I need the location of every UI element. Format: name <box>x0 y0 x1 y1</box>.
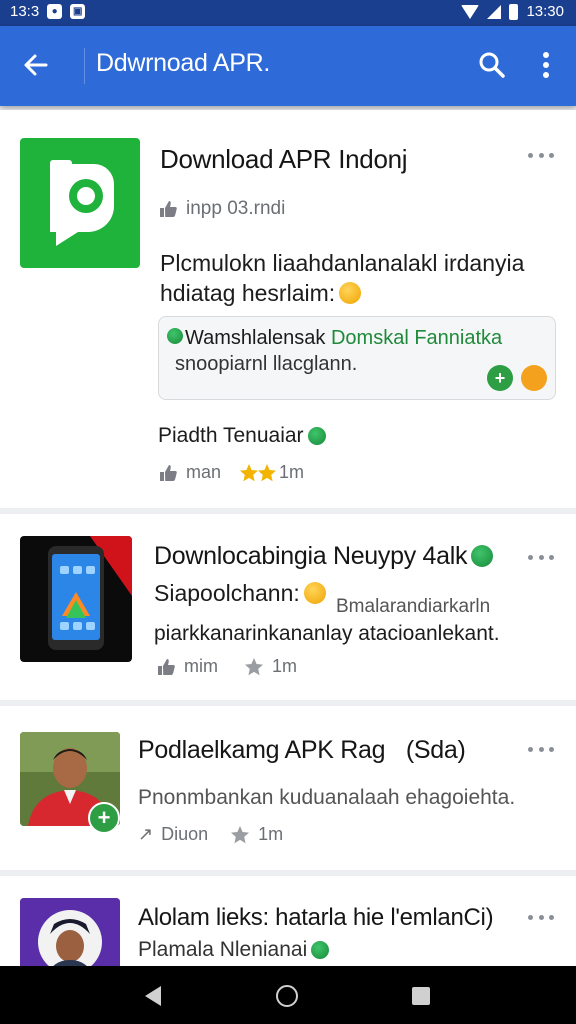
info-line1-highlight: Domskal Fanniatka <box>330 327 503 349</box>
info-line2: snoopiarnl llacglann. <box>175 353 358 375</box>
item-rating: 1m <box>258 824 284 844</box>
item-line2: piarkkanarinkananlay atacioanlekant. <box>154 622 500 645</box>
recycle-icon <box>311 941 330 959</box>
item-title: Alolam lieks: hatarla hie l'emlanCi) <box>138 904 494 931</box>
item-menu-button[interactable] <box>528 744 554 754</box>
item-meta: mim 1m <box>156 656 297 677</box>
more-vert-icon[interactable] <box>536 50 556 80</box>
item-meta: ↗ Diuon 1m <box>138 824 283 845</box>
item-line1-right: Bmalarandiarkarln <box>336 596 491 617</box>
list-item[interactable]: Download APR Indonj inpp 03.rndi Plcmulo… <box>0 110 576 508</box>
item-description-line1: Plcmulokn liaahdanlanalakl irdanyia <box>160 250 525 276</box>
status-bar: 13:3 ● ▣ 13:30 <box>0 0 576 26</box>
thumb-up-icon <box>160 201 177 217</box>
info-box: Wamshlalensak Domskal Fanniatka snoopiar… <box>158 316 556 400</box>
wifi-icon <box>461 4 480 19</box>
item-rating: 1m <box>279 462 305 482</box>
nav-home-icon[interactable] <box>276 985 298 1007</box>
phone-app-icon <box>48 536 132 650</box>
item-menu-button[interactable] <box>528 150 554 160</box>
item-line1-text: Plamala Nlenianai <box>138 938 308 961</box>
star-icon <box>240 463 259 481</box>
emoji-icon <box>521 365 547 391</box>
clover-icon <box>307 427 326 445</box>
add-badge-icon <box>471 545 494 567</box>
item-title: Download APR Indonj <box>160 144 408 174</box>
status-time-right: 13:30 <box>526 3 564 20</box>
info-line1-prefix: Wamshlalensak <box>185 327 326 349</box>
app-icon <box>20 536 132 662</box>
item-title-text: Downlocabingia Neuypy 4alk <box>154 542 468 570</box>
app-bar: Ddwrnoad APR. <box>0 26 576 106</box>
list-item[interactable]: Downlocabingia Neuypy 4alk Siapoolchann:… <box>0 514 576 700</box>
item-subtitle-text: inpp 03.rndi <box>186 198 286 219</box>
page-title: Ddwrnoad APR. <box>96 49 270 77</box>
item-meta-label: mim <box>184 656 218 676</box>
battery-icon <box>509 3 519 20</box>
signal-icon <box>487 4 502 19</box>
item-meta-label: man <box>186 462 222 482</box>
star-icon <box>258 463 277 481</box>
emoji-icon <box>339 282 362 304</box>
add-icon[interactable]: + <box>487 365 513 391</box>
item-description-line2-text: hdiatag hesrlaim: <box>160 280 336 306</box>
item-title-tag: (Sda) <box>405 736 466 764</box>
item-meta: man 1m <box>158 462 304 483</box>
recycle-icon <box>167 328 183 344</box>
item-rating: 1m <box>272 656 298 676</box>
arrow-left-icon[interactable] <box>22 51 50 79</box>
info-line1: Wamshlalensak Domskal Fanniatka <box>167 327 502 350</box>
nav-back-icon[interactable] <box>143 985 163 1007</box>
item-title: Podlaelkamg APK Rag (Sda) <box>138 736 466 765</box>
item-line1-text: Siapoolchann: <box>154 580 300 606</box>
item-menu-button[interactable] <box>528 552 554 562</box>
item-line1: Siapoolchann: <box>154 580 326 607</box>
chat-camera-icon <box>50 160 114 246</box>
notification-icon: ● <box>47 4 63 19</box>
thumb-up-icon <box>158 658 175 675</box>
item-menu-button[interactable] <box>528 912 554 922</box>
add-badge-icon[interactable]: + <box>88 802 120 834</box>
star-icon <box>245 657 263 675</box>
emoji-icon <box>303 582 326 604</box>
app-bar-divider <box>84 48 85 84</box>
section-label: Piadth Tenuaiar <box>158 424 326 448</box>
item-meta-label: Diuon <box>161 824 209 844</box>
item-line1: Plamala Nlenianai <box>138 938 330 962</box>
nav-recents-icon[interactable] <box>412 987 430 1005</box>
search-icon[interactable] <box>478 51 506 79</box>
app-icon <box>20 138 140 268</box>
item-line1: Pnonmbankan kuduanalaah ehagoiehta. <box>138 786 516 809</box>
thumb-up-icon <box>160 464 177 481</box>
share-icon: ↗ <box>138 824 154 844</box>
image-notification-icon: ▣ <box>70 4 86 19</box>
system-nav-bar <box>0 966 576 1024</box>
list-item[interactable]: + Podlaelkamg APK Rag (Sda) Pnonmbankan … <box>0 706 576 870</box>
list-item[interactable]: Alolam lieks: hatarla hie l'emlanCi) Pla… <box>0 876 576 978</box>
item-title: Downlocabingia Neuypy 4alk <box>154 542 494 571</box>
status-time-left: 13:3 <box>10 3 40 20</box>
item-description-line2: hdiatag hesrlaim: <box>160 280 362 307</box>
item-subtitle: inpp 03.rndi <box>158 198 285 220</box>
section-label-text: Piadth Tenuaiar <box>158 424 304 447</box>
screen: 13:3 ● ▣ 13:30 Ddwrnoad APR. Download AP… <box>0 0 576 1024</box>
item-title-text: Podlaelkamg APK Rag <box>138 736 386 764</box>
star-icon <box>231 825 250 843</box>
